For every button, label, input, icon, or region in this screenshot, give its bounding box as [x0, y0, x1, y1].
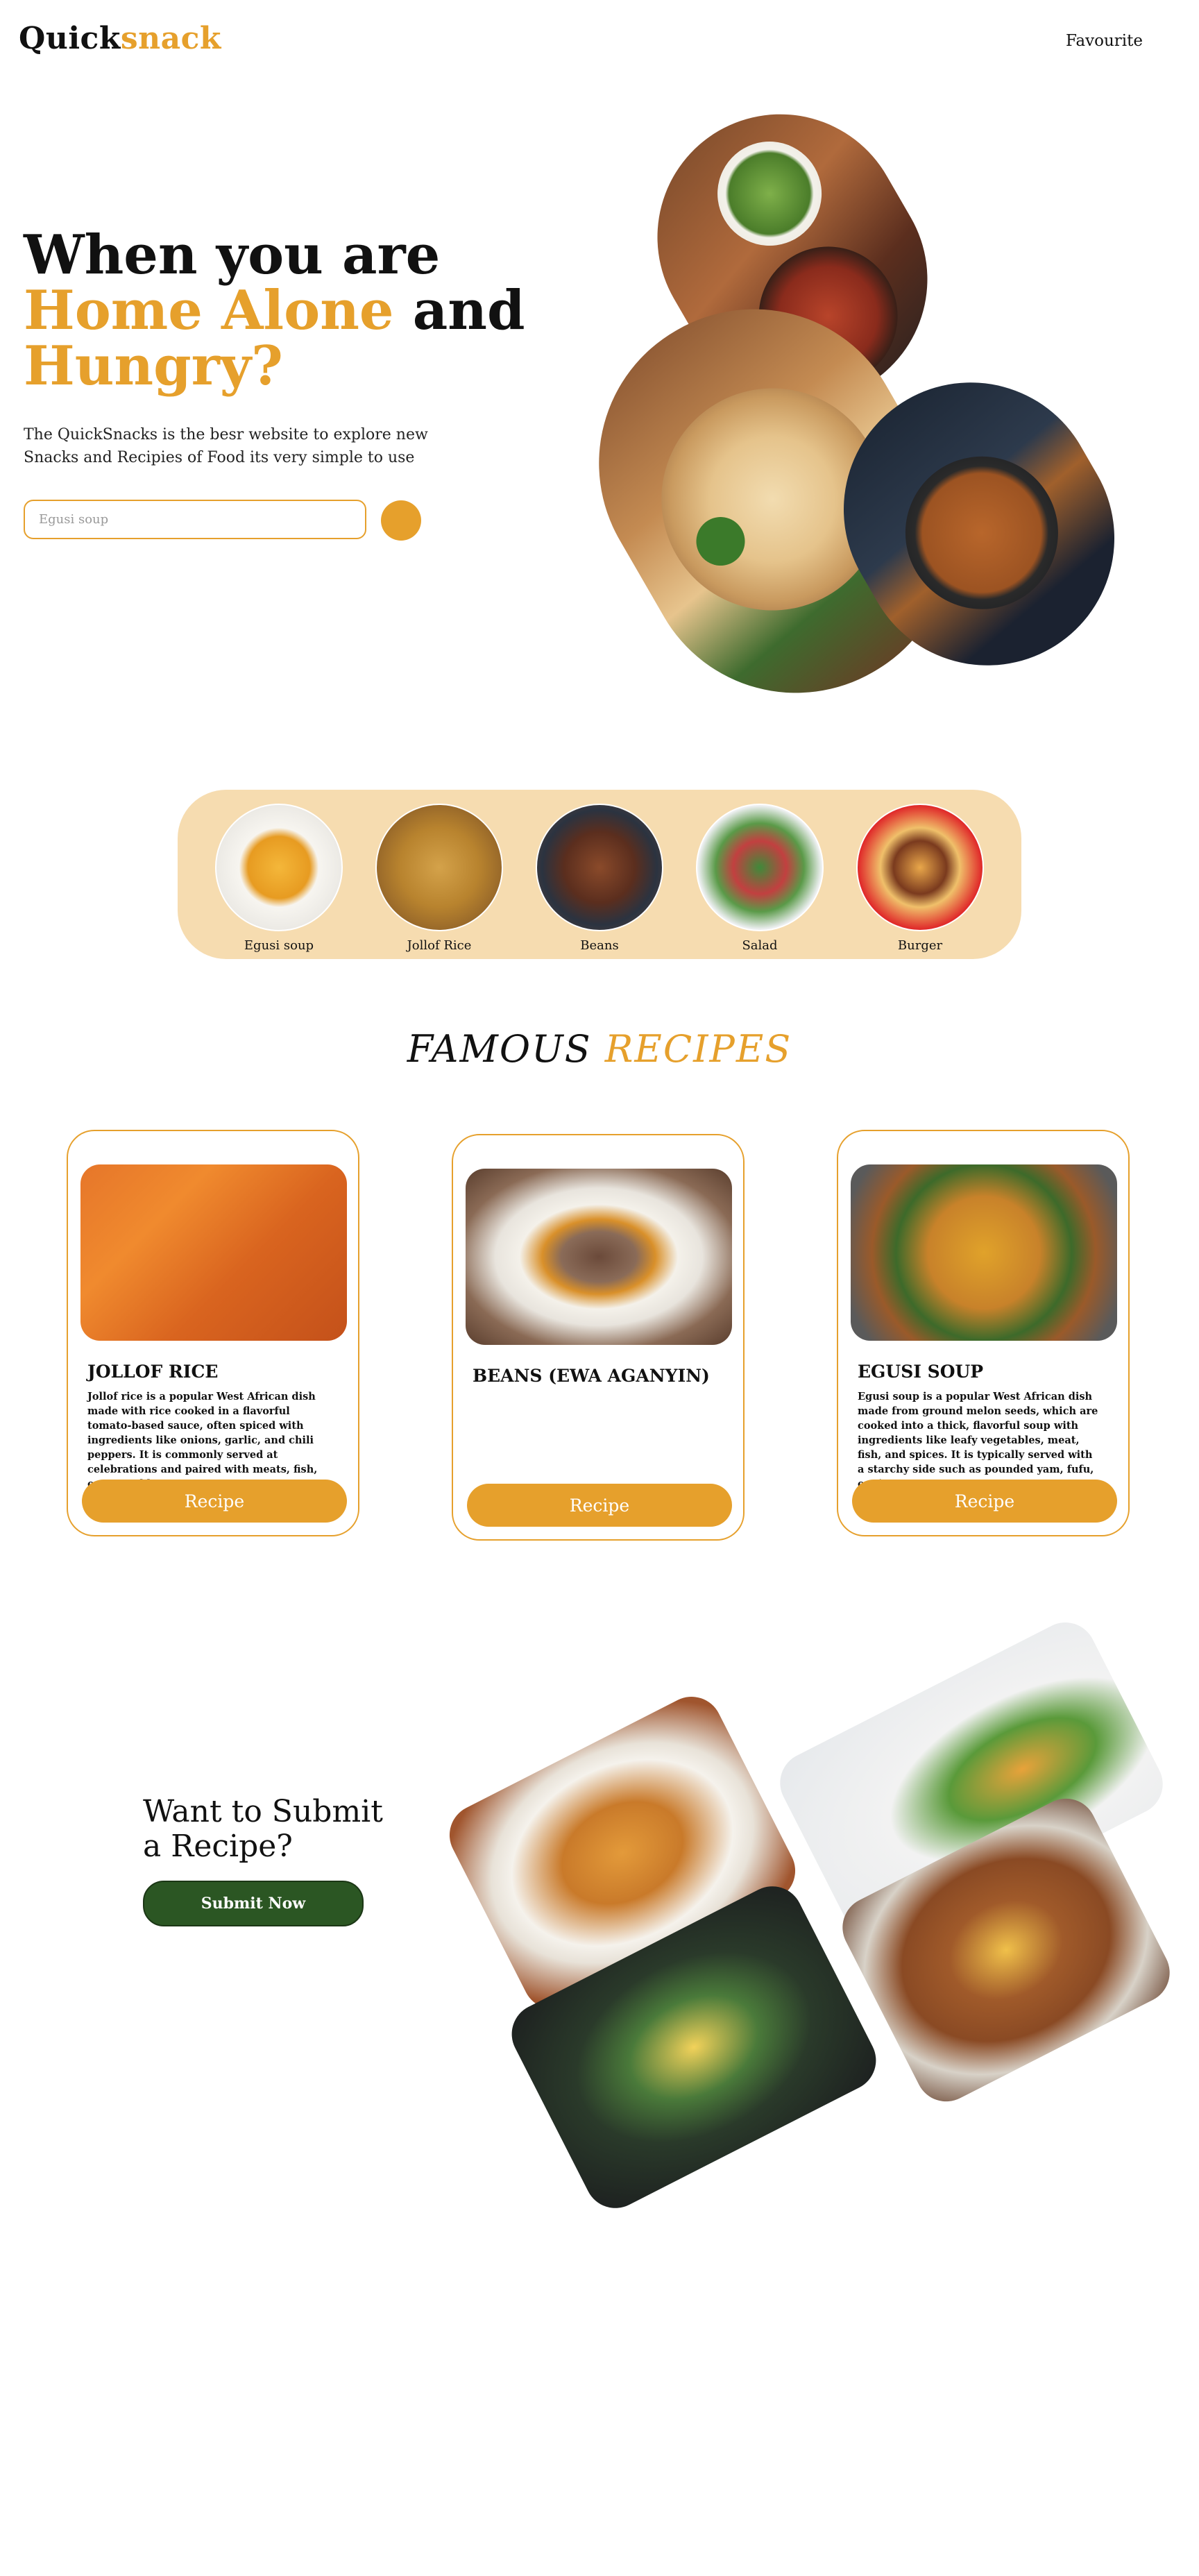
recipe-description: Egusi soup is a popular West African dis… — [858, 1391, 1098, 1490]
nav-favourite-link[interactable]: Favourite — [1066, 32, 1143, 50]
recipe-description: Jollof rice is a popular West African di… — [87, 1391, 318, 1490]
recipe-title: BEANS (EWA AGANYIN) — [473, 1366, 710, 1386]
hero-title-highlight: Home Alone — [24, 279, 394, 342]
hero-title-line3: Hungry? — [24, 334, 283, 398]
hero-title-line2: Home Alone and — [24, 283, 525, 339]
jollof-rice-image — [375, 804, 503, 931]
category-burger[interactable]: Burger — [856, 804, 984, 953]
hero-title-line1: When you are — [24, 223, 441, 287]
submit-now-button[interactable]: Submit Now — [143, 1881, 364, 1926]
recipe-card-jollof-rice: JOLLOF RICE Jollof rice is a popular Wes… — [67, 1130, 359, 1536]
category-label: Salad — [742, 938, 778, 953]
salad-image — [696, 804, 824, 931]
search-button[interactable] — [381, 500, 421, 541]
egusi-soup-photo — [851, 1164, 1117, 1341]
category-label: Jollof Rice — [407, 938, 472, 953]
logo[interactable]: Quicksnack — [19, 21, 221, 56]
burger-image — [856, 804, 984, 931]
jollof-rice-photo — [80, 1164, 347, 1341]
famous-word: FAMOUS — [407, 1027, 592, 1071]
recipes-word: RECIPES — [604, 1027, 792, 1071]
recipe-button[interactable]: Recipe — [467, 1484, 732, 1527]
category-salad[interactable]: Salad — [696, 804, 824, 953]
logo-part-snack: snack — [120, 21, 221, 56]
submit-heading-line1: Want to Submit — [143, 1794, 383, 1829]
category-label: Egusi soup — [244, 938, 314, 953]
beans-photo — [466, 1169, 732, 1345]
recipe-button[interactable]: Recipe — [82, 1480, 347, 1523]
category-label: Beans — [580, 938, 619, 953]
beans-image — [536, 804, 663, 931]
recipe-card-egusi-soup: EGUSI SOUP Egusi soup is a popular West … — [837, 1130, 1130, 1536]
search-box — [24, 500, 366, 539]
famous-recipes-heading: FAMOUS RECIPES — [0, 1027, 1199, 1071]
hero-title: When you are Home Alone and Hungry? — [24, 228, 525, 394]
category-label: Burger — [897, 938, 943, 953]
category-jollof-rice[interactable]: Jollof Rice — [375, 804, 503, 953]
hero-description: The QuickSnacks is the besr website to e… — [24, 426, 428, 466]
recipe-title: EGUSI SOUP — [858, 1362, 984, 1382]
category-egusi-soup[interactable]: Egusi soup — [215, 804, 343, 953]
recipe-title: JOLLOF RICE — [87, 1362, 219, 1382]
submit-recipe-heading: Want to Submit a Recipe? — [143, 1795, 383, 1864]
hero-title-and: and — [393, 279, 525, 342]
recipe-button[interactable]: Recipe — [852, 1480, 1117, 1523]
logo-part-quick: Quick — [19, 21, 121, 56]
search-input[interactable] — [25, 501, 365, 538]
recipe-card-beans: BEANS (EWA AGANYIN) Recipe — [452, 1134, 745, 1541]
category-beans[interactable]: Beans — [536, 804, 663, 953]
category-strip: Egusi soup Jollof Rice Beans Salad Burge… — [178, 790, 1021, 959]
egusi-soup-image — [215, 804, 343, 931]
submit-heading-line2: a Recipe? — [143, 1829, 293, 1864]
